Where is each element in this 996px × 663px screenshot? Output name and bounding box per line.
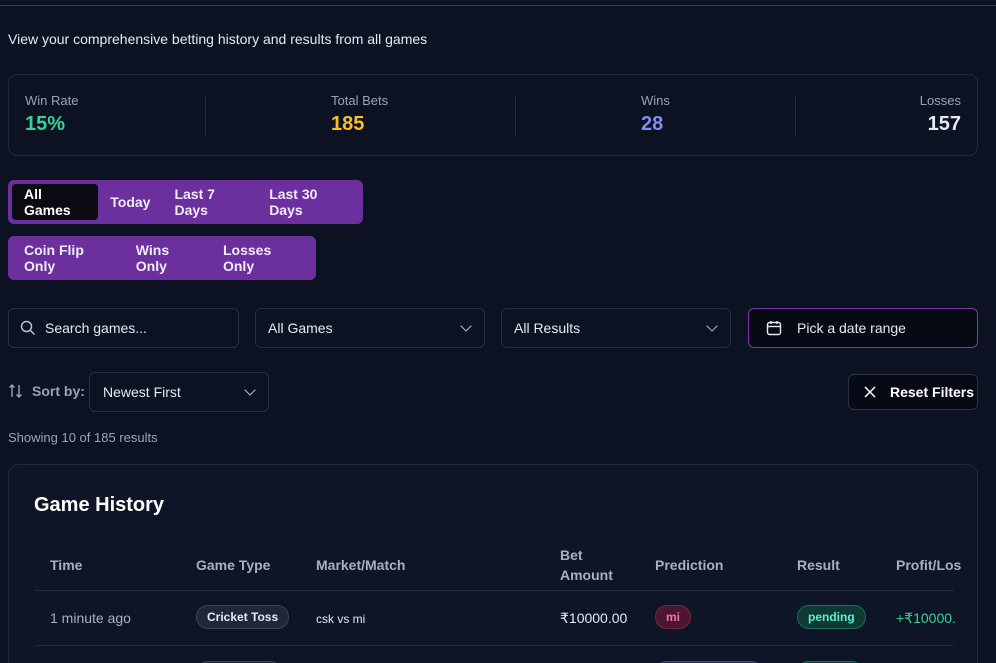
sort-select[interactable]: Newest First [89, 372, 269, 412]
search-icon [20, 320, 36, 336]
table-row[interactable] [34, 647, 954, 663]
col-prediction: Prediction [655, 557, 724, 573]
stat-value: 28 [641, 113, 664, 135]
cell-bet-amount: ₹10000.00 [560, 610, 628, 626]
date-range-picker[interactable]: Pick a date range [748, 308, 978, 348]
stat-label: Losses [919, 93, 961, 108]
cell-market: csk vs mi [316, 612, 366, 626]
col-bet-line1: Bet [560, 547, 583, 563]
stat-label: Win Rate [25, 93, 79, 108]
game-type-select-value: All Games [268, 320, 333, 336]
stats-card: Win Rate 15% Total Bets 185 Wins 28 Loss… [8, 74, 978, 156]
tab-wins-only[interactable]: Wins Only [124, 240, 211, 276]
results-count: Showing 10 of 185 results [8, 430, 158, 445]
stat-value: 15% [25, 113, 66, 135]
col-game-type: Game Type [196, 557, 271, 573]
cell-profit: +₹10000. [896, 610, 956, 626]
tab-last-30-days[interactable]: Last 30 Days [257, 184, 359, 220]
stat-value: 157 [927, 113, 961, 135]
page-subtitle: View your comprehensive betting history … [8, 31, 428, 47]
stat-losses: Losses 157 [920, 93, 961, 136]
result-badge: pending [797, 605, 866, 629]
tab-all-games[interactable]: All Games [12, 184, 99, 220]
reset-filters-label: Reset Filters [890, 384, 975, 400]
chevron-down-icon [460, 320, 472, 332]
sort-arrows-icon [9, 384, 22, 398]
col-result: Result [797, 557, 840, 573]
sort-label-text: Sort by: [32, 383, 85, 399]
stat-value: 185 [331, 113, 365, 135]
col-time: Time [50, 557, 83, 573]
search-field[interactable] [8, 308, 239, 348]
divider [515, 95, 516, 137]
game-history-card: Game History Time Game Type Market/Match… [8, 464, 978, 663]
tab-last-7-days[interactable]: Last 7 Days [162, 184, 257, 220]
time-filter-tabs: All Games Today Last 7 Days Last 30 Days [8, 180, 363, 224]
calendar-icon [766, 321, 782, 336]
col-bet-line2: Amount [560, 567, 613, 583]
table-header: Time Game Type Market/Match Bet Amount P… [34, 543, 961, 591]
chevron-down-icon [706, 320, 718, 332]
stat-total-bets: Total Bets 185 [331, 93, 388, 136]
divider [205, 95, 206, 137]
chevron-down-icon [244, 384, 256, 396]
close-icon [864, 386, 876, 398]
search-input[interactable] [45, 320, 215, 336]
tab-coin-flip-only[interactable]: Coin Flip Only [12, 240, 124, 276]
stat-label: Wins [641, 93, 670, 108]
table-row[interactable]: 1 minute ago Cricket Toss csk vs mi ₹100… [34, 591, 956, 646]
tab-today[interactable]: Today [98, 184, 162, 220]
col-market: Market/Match [316, 557, 406, 573]
result-filter-tabs: Coin Flip Only Wins Only Losses Only [8, 236, 316, 280]
tab-losses-only[interactable]: Losses Only [211, 240, 312, 276]
stat-label: Total Bets [331, 93, 389, 108]
reset-filters-button[interactable]: Reset Filters [848, 374, 978, 410]
stat-win-rate: Win Rate 15% [25, 93, 78, 136]
divider [795, 95, 796, 137]
cell-time: 1 minute ago [50, 610, 131, 626]
date-range-label: Pick a date range [797, 320, 906, 336]
sort-label: Sort by: [8, 383, 85, 399]
game-type-select[interactable]: All Games [255, 308, 485, 348]
header-divider [0, 5, 996, 6]
sort-select-value: Newest First [103, 384, 181, 400]
game-type-badge: Cricket Toss [196, 605, 290, 629]
game-history-title: Game History [34, 494, 165, 516]
col-profit: Profit/Los [896, 557, 962, 573]
prediction-badge: mi [655, 605, 692, 629]
result-select-value: All Results [514, 320, 581, 336]
result-select[interactable]: All Results [501, 308, 731, 348]
stat-wins: Wins 28 [641, 93, 670, 136]
